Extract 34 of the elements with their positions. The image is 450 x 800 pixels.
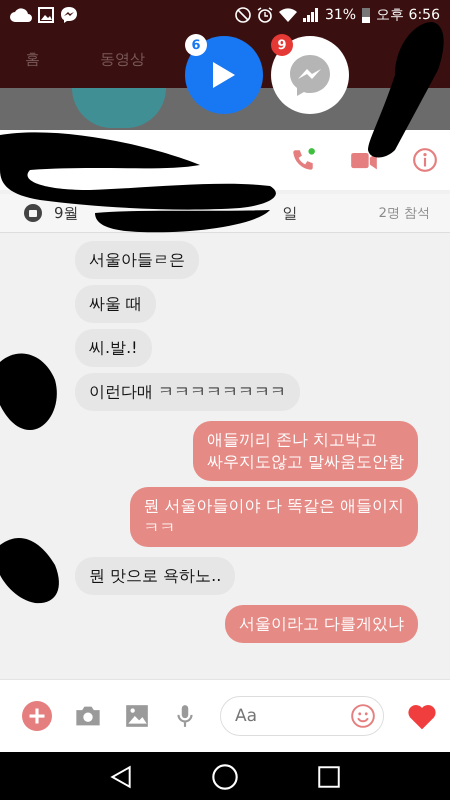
battery-percent: 31% [324, 7, 356, 23]
nav-tab[interactable]: 동영상 [100, 50, 145, 68]
message-bubble: 뭔 서울아들이야 다 똑같은 애들이지 ㅋㅋ [130, 487, 418, 547]
plus-icon[interactable] [22, 701, 52, 731]
message-bubble: 서울아들ㄹ은 [75, 241, 199, 279]
event-date: 일 [282, 204, 298, 222]
image-icon [38, 7, 54, 23]
message-bubble: 씨.발.! [75, 329, 152, 367]
cloud-icon [10, 8, 32, 22]
nav-tab[interactable]: 홈 [25, 50, 40, 68]
alarm-icon [256, 7, 273, 23]
play-icon [213, 62, 235, 88]
message-input[interactable]: Aa [220, 696, 384, 736]
recents-icon[interactable] [316, 764, 342, 790]
do-not-disturb-icon [234, 7, 251, 23]
messenger-icon [60, 6, 78, 24]
calendar-icon [24, 204, 42, 222]
message-bubble: 뭔 맛으로 욕하노.. [75, 557, 236, 595]
message-bubble: 애들끼리 존나 치고박고 싸우지도않고 말싸움도안함 [192, 421, 418, 481]
signal-icon [302, 8, 319, 22]
battery-icon [362, 8, 370, 22]
redaction-mark [0, 538, 59, 604]
event-date: 9월 [54, 204, 79, 222]
clock: 오후 6:56 [376, 6, 440, 24]
messenger-icon [288, 53, 332, 97]
attendee-count: 2명 참석 [378, 205, 430, 222]
info-icon[interactable] [412, 147, 438, 173]
image-icon[interactable] [124, 703, 150, 729]
home-icon[interactable] [210, 763, 239, 791]
message-bubble: 싸울 때 [75, 285, 156, 323]
message-bubble: 이런다매 ㅋㅋㅋㅋㅋㅋㅋㅋ [75, 373, 300, 411]
message-bubble: 서울이라고 다를게있냐 [224, 605, 418, 643]
emoji-icon[interactable] [350, 703, 376, 729]
wifi-icon [278, 8, 297, 22]
